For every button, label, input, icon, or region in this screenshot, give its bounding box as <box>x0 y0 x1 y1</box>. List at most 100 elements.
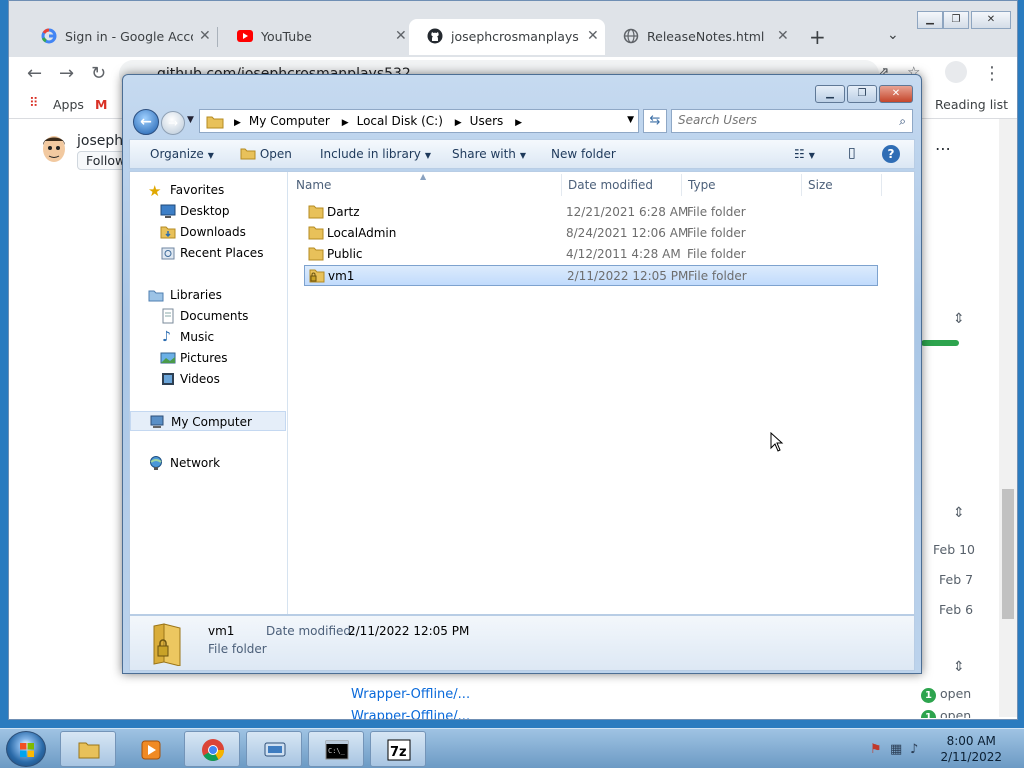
downloads-folder-icon <box>160 226 176 239</box>
profile-avatar-icon[interactable] <box>945 61 967 83</box>
status-badge: 1 open <box>921 686 971 703</box>
search-box[interactable]: ⌕ <box>671 109 913 133</box>
tab-github[interactable]: josephcrosmanplays532 ✕ <box>409 19 605 55</box>
reload-icon[interactable]: ↻ <box>91 63 106 84</box>
tab-google-signin[interactable]: Sign in - Google Accou ✕ <box>23 19 213 55</box>
table-row[interactable]: vm1 2/11/2022 12:05 PM File folder <box>304 265 878 286</box>
folder-icon <box>308 205 324 219</box>
tab-search-chevron-icon[interactable]: ⌄ <box>887 27 899 43</box>
close-icon[interactable]: ✕ <box>395 28 407 44</box>
menu-dots-icon[interactable]: ⋮ <box>983 63 1001 84</box>
taskbar: C:\_ 7z ⚑ ▦ ♪ 8:00 AM 2/11/2022 <box>0 728 1024 768</box>
github-icon <box>427 28 443 44</box>
scrollbar-thumb[interactable] <box>1002 489 1014 619</box>
maximize-button[interactable]: ❐ <box>943 11 969 29</box>
nav-desktop[interactable]: Desktop <box>130 201 286 221</box>
activity-bar <box>921 340 959 346</box>
forward-arrow-icon[interactable]: → <box>59 63 74 84</box>
more-options-icon[interactable]: ⋯ <box>935 139 951 158</box>
nav-libraries[interactable]: Libraries <box>130 285 286 305</box>
taskbar-chrome-button[interactable] <box>184 731 240 767</box>
taskbar-cmd-button[interactable]: C:\_ <box>308 731 364 767</box>
action-center-icon[interactable]: ⚑ <box>870 742 884 757</box>
close-button[interactable]: ✕ <box>879 85 913 103</box>
back-arrow-icon[interactable]: ← <box>27 63 42 84</box>
taskbar-7zip-button[interactable]: 7z <box>370 731 426 767</box>
breadcrumb-item[interactable]: Local Disk (C:) <box>357 114 443 128</box>
search-icon[interactable]: ⌕ <box>899 114 906 129</box>
nav-recent-places[interactable]: Recent Places <box>130 243 286 263</box>
history-dropdown-icon[interactable]: ▼ <box>187 115 194 125</box>
help-icon[interactable]: ? <box>882 145 900 163</box>
close-icon[interactable]: ✕ <box>199 28 211 44</box>
date-modified-label: Date modified: <box>266 624 356 638</box>
selected-item-name: vm1 <box>208 624 235 638</box>
close-window-button[interactable]: ✕ <box>971 11 1011 29</box>
minimize-button[interactable]: ▁ <box>815 85 845 103</box>
command-prompt-icon: C:\_ <box>325 740 349 760</box>
maximize-button[interactable]: ❐ <box>847 85 877 103</box>
nav-downloads[interactable]: Downloads <box>130 222 286 242</box>
bookmark-apps[interactable]: Apps <box>53 97 84 112</box>
chevron-down-icon[interactable]: ▼ <box>627 115 634 125</box>
nav-videos[interactable]: Videos <box>130 369 286 389</box>
column-header-name[interactable]: Name ▲ <box>290 172 562 196</box>
file-name: Dartz <box>327 205 360 219</box>
nav-music[interactable]: ♪ Music <box>130 327 286 347</box>
clock-date: 2/11/2022 <box>940 750 1002 764</box>
start-button[interactable] <box>6 731 46 767</box>
new-folder-button[interactable]: New folder <box>551 147 616 161</box>
network-status-icon[interactable]: ▦ <box>890 742 904 757</box>
table-row[interactable]: LocalAdmin 8/24/2021 12:06 AM File folde… <box>304 223 878 244</box>
close-icon[interactable]: ✕ <box>777 28 789 44</box>
date-modified-value: 2/11/2022 12:05 PM <box>348 624 470 638</box>
collapse-icon[interactable]: ⇕ <box>953 659 965 675</box>
nav-documents[interactable]: Documents <box>130 306 286 326</box>
nav-pictures[interactable]: Pictures <box>130 348 286 368</box>
locked-folder-icon <box>309 269 325 283</box>
refresh-button[interactable]: ⇆ <box>643 109 667 133</box>
chevron-right-icon[interactable]: ▶ <box>515 118 522 128</box>
collapse-icon[interactable]: ⇕ <box>953 505 965 521</box>
preview-pane-icon[interactable]: ▯ <box>848 145 856 161</box>
gmail-icon[interactable]: M <box>95 97 107 112</box>
nav-favorites[interactable]: ★ Favorites <box>130 180 286 200</box>
repo-link[interactable]: Wrapper-Offline/... <box>351 687 470 702</box>
nav-my-computer[interactable]: My Computer <box>130 411 286 431</box>
profile-username: joseph <box>77 133 124 149</box>
reading-list[interactable]: Reading list <box>935 97 1008 112</box>
taskbar-explorer-button[interactable] <box>60 731 116 767</box>
page-scrollbar[interactable] <box>999 119 1017 717</box>
column-header-type[interactable]: Type <box>682 174 802 196</box>
tab-release-notes[interactable]: ReleaseNotes.html ✕ <box>605 19 801 55</box>
close-icon[interactable]: ✕ <box>587 28 599 44</box>
column-header-date[interactable]: Date modified <box>562 174 682 196</box>
chevron-right-icon: ▶ <box>341 118 349 128</box>
tab-youtube[interactable]: YouTube ✕ <box>219 19 409 55</box>
collapse-icon[interactable]: ⇕ <box>953 311 965 327</box>
title-bar[interactable]: ▁ ❐ ✕ <box>123 75 921 105</box>
taskbar-media-player-button[interactable] <box>122 731 178 767</box>
share-with-button[interactable]: Share with ▼ <box>452 147 526 161</box>
breadcrumb-item[interactable]: Users <box>470 114 504 128</box>
breadcrumb[interactable]: ▶ My Computer ▶ Local Disk (C:) ▶ Users ▶ ▼ <box>199 109 639 133</box>
view-options-icon[interactable]: ☷ ▼ <box>794 147 815 161</box>
open-button[interactable]: Open <box>240 147 292 161</box>
taskbar-remote-desktop-button[interactable] <box>246 731 302 767</box>
table-row[interactable]: Dartz 12/21/2021 6:28 AM File folder <box>304 202 878 223</box>
include-in-library-button[interactable]: Include in library ▼ <box>320 147 431 161</box>
new-tab-button[interactable]: + <box>809 25 826 49</box>
clock[interactable]: 8:00 AM 2/11/2022 <box>940 733 1002 765</box>
tab-label: Sign in - Google Accou <box>65 29 193 44</box>
volume-icon[interactable]: ♪ <box>910 742 924 757</box>
column-header-size[interactable]: Size <box>802 174 882 196</box>
nav-network[interactable]: Network <box>130 453 286 473</box>
forward-arrow-icon[interactable]: → <box>161 111 185 135</box>
minimize-button[interactable]: ▁ <box>917 11 943 29</box>
table-row[interactable]: Public 4/12/2011 4:28 AM File folder <box>304 244 878 265</box>
breadcrumb-item[interactable]: My Computer <box>249 114 330 128</box>
organize-button[interactable]: Organize ▼ <box>150 147 214 161</box>
search-input[interactable] <box>678 113 878 127</box>
back-arrow-icon[interactable]: ← <box>133 109 159 135</box>
repo-link[interactable]: Wrapper-Offline/... <box>351 709 470 719</box>
